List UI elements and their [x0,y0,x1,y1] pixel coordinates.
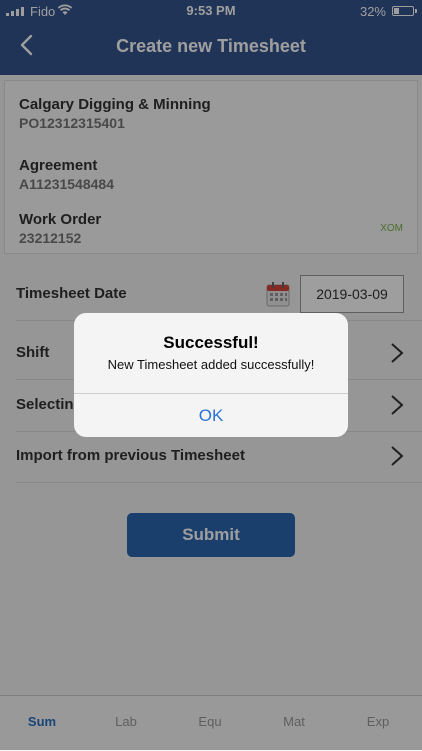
success-alert: Successful! New Timesheet added successf… [74,313,348,437]
alert-message: New Timesheet added successfully! [107,357,315,372]
ok-button[interactable]: OK [74,394,348,437]
alert-title: Successful! [163,333,259,352]
